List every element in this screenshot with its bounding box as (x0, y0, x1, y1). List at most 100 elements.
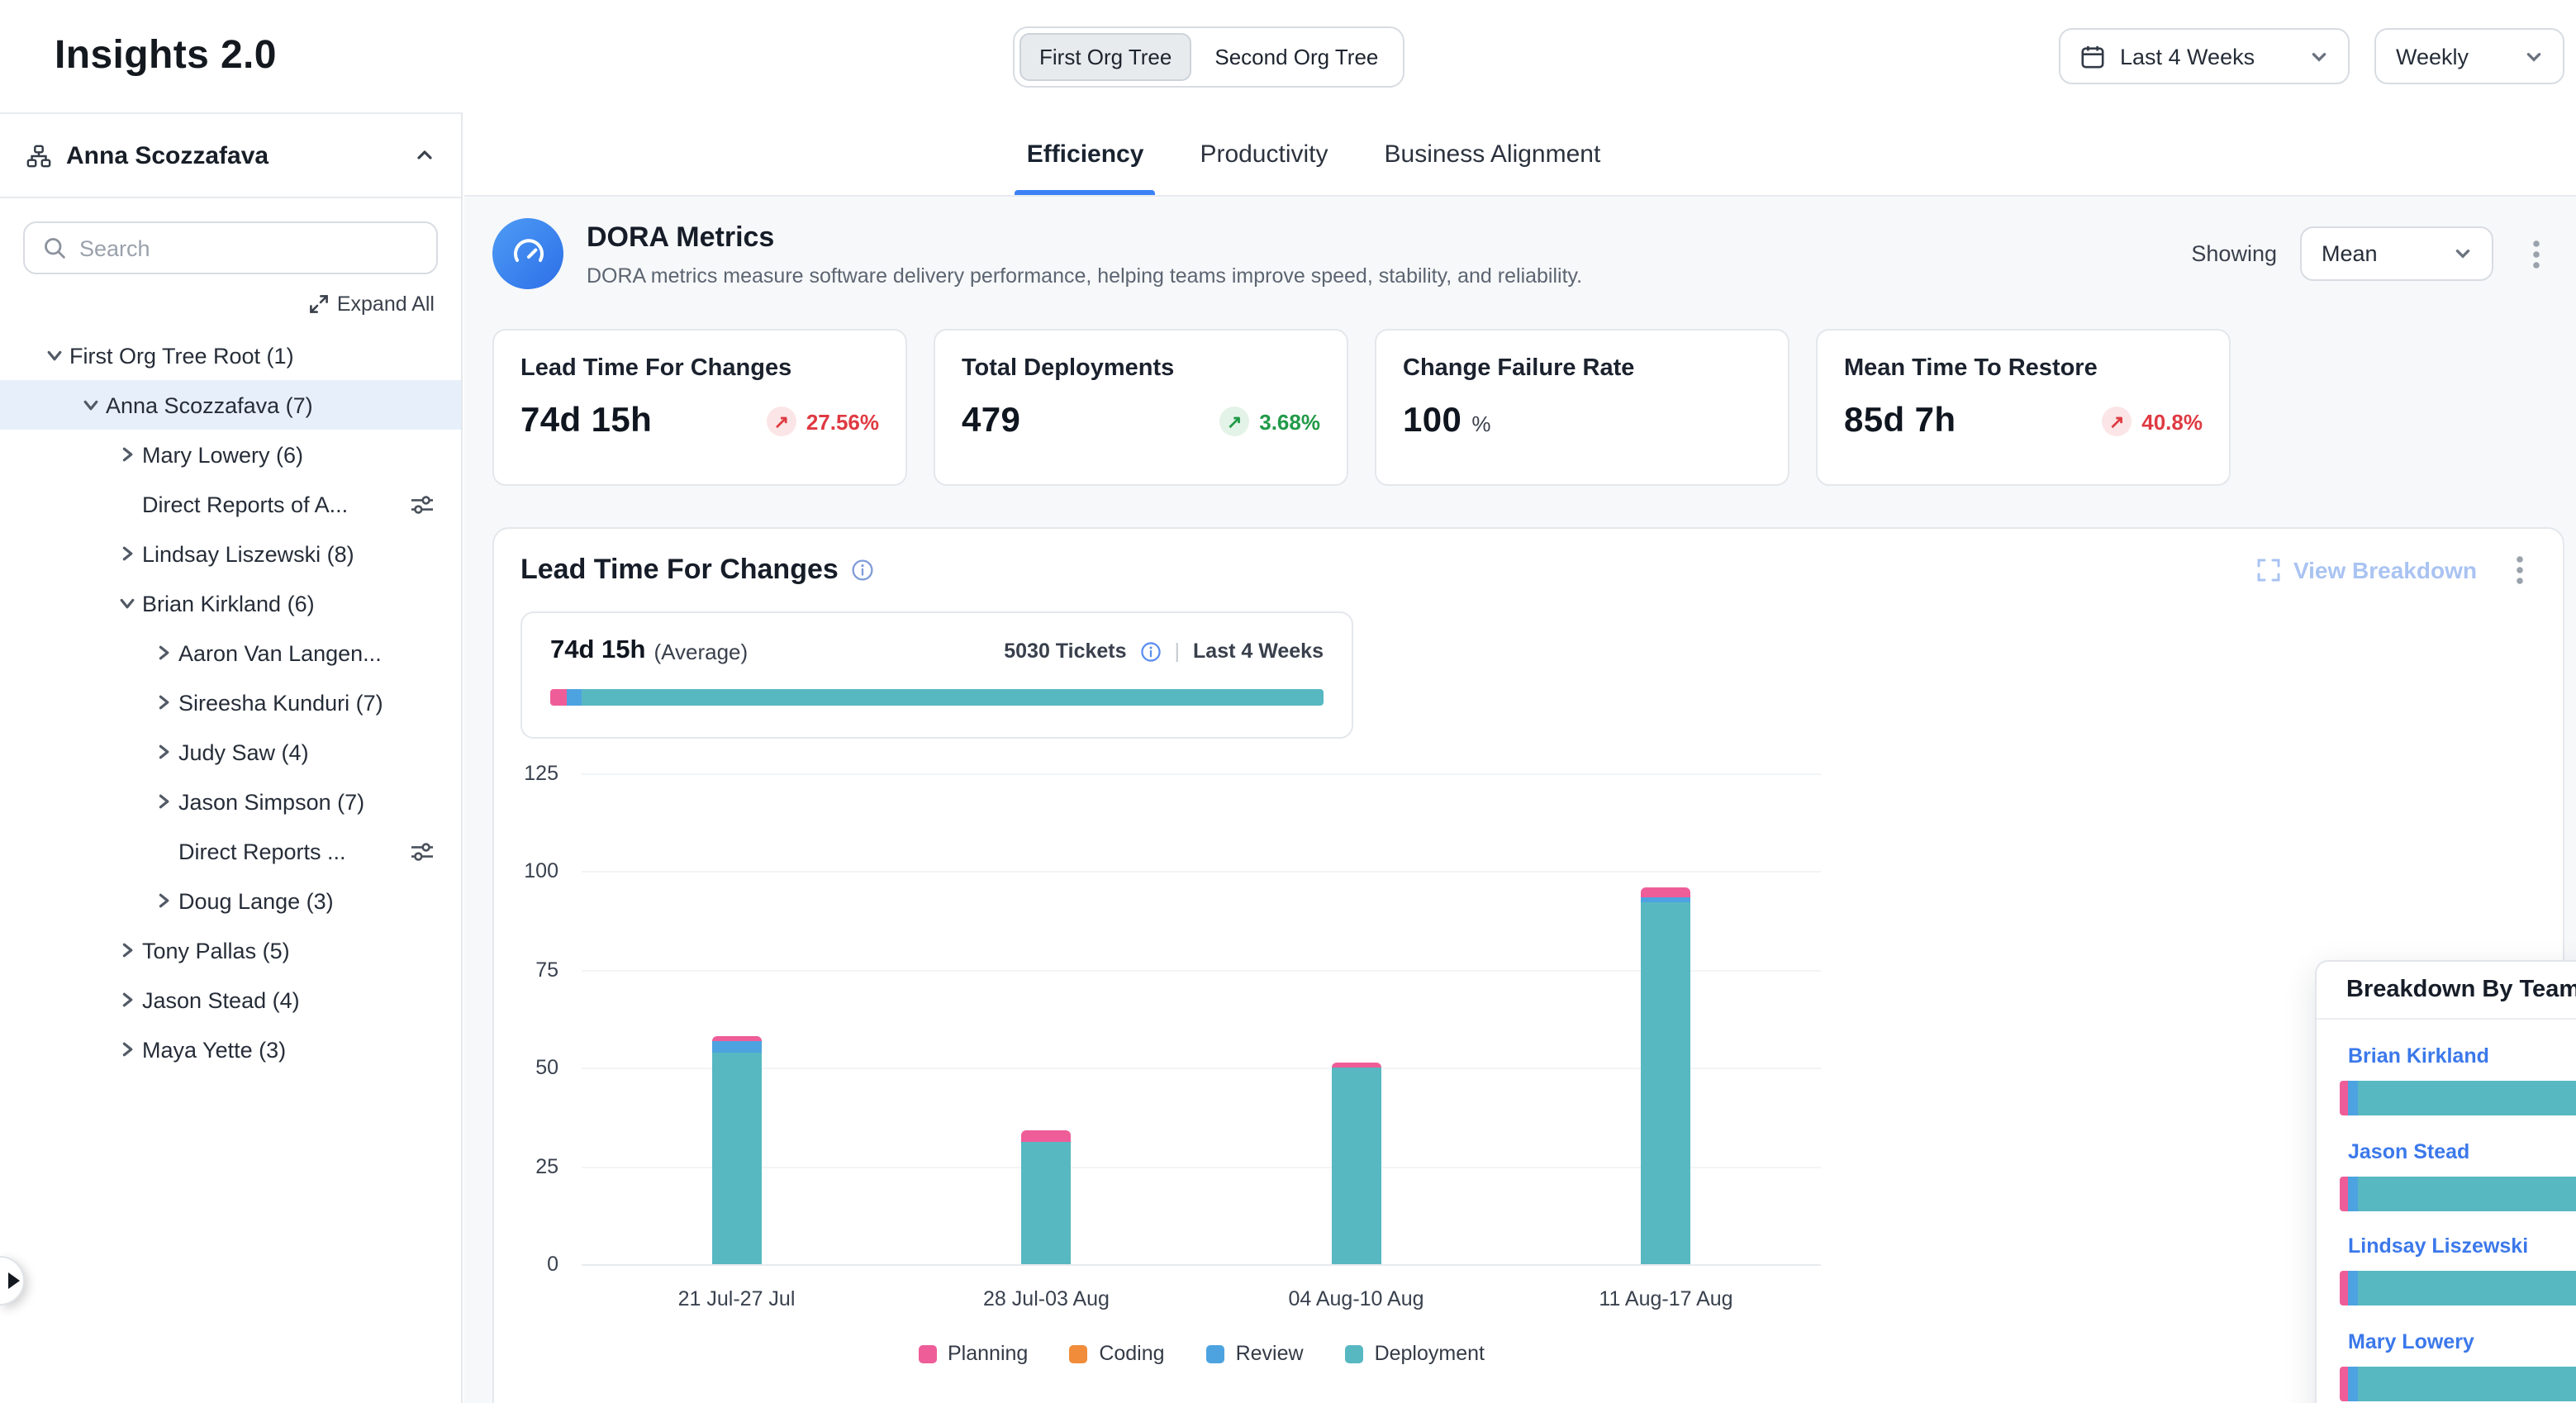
lead-time-summary: 74d 15h (Average) 5030 Tickets | Last 4 … (520, 611, 1353, 739)
gridline (582, 1068, 1821, 1069)
team-phase-bar: 74d 15h (2340, 1081, 2576, 1115)
y-axis-tick-label: 50 (535, 1056, 558, 1079)
sidebar-collapse-chevron[interactable] (415, 145, 435, 165)
sidebar-header: Anna Scozzafava (0, 114, 461, 198)
tree-item-brian-kirkland-6[interactable]: Brian Kirkland (6) (0, 578, 461, 628)
y-axis-tick-label: 125 (524, 762, 558, 785)
metric-card-total-deployments: Total Deployments479↗3.68% (934, 329, 1348, 486)
chevron-right-icon[interactable] (149, 744, 178, 760)
chevron-right-icon[interactable] (112, 992, 142, 1008)
legend-label: Coding (1099, 1342, 1164, 1365)
tree-item-jason-simpson-7[interactable]: Jason Simpson (7) (0, 777, 461, 826)
chevron-right-icon[interactable] (149, 793, 178, 810)
tree-item-anna-scozzafava-7[interactable]: Anna Scozzafava (7) (0, 380, 461, 430)
metric-card-mean-time-to-restore: Mean Time To Restore85d 7h↗40.8% (1816, 329, 2231, 486)
chevron-right-icon[interactable] (149, 644, 178, 661)
chevron-down-icon[interactable] (40, 347, 69, 364)
breakdown-header: Breakdown By Teams (2317, 962, 2576, 1020)
bar-21-jul-27-jul[interactable] (712, 1036, 762, 1264)
bar-11-aug-17-aug[interactable] (1642, 887, 1691, 1264)
tree-item-first-org-tree-root-1[interactable]: First Org Tree Root (1) (0, 331, 461, 380)
breakdown-row-jason-stead: Jason Stead 74d 15h (2340, 1136, 2576, 1231)
tree-item-maya-yette-3[interactable]: Maya Yette (3) (0, 1025, 461, 1074)
tree-item-jason-stead-4[interactable]: Jason Stead (4) (0, 975, 461, 1025)
team-link[interactable]: Lindsay Liszewski (2348, 1234, 2528, 1258)
info-icon[interactable] (1140, 640, 1162, 662)
chevron-right-icon[interactable] (112, 1041, 142, 1058)
showing-select[interactable]: Mean (2300, 226, 2493, 281)
chevron-right-icon[interactable] (149, 694, 178, 711)
tab-productivity[interactable]: Productivity (1198, 112, 1329, 195)
view-breakdown-button[interactable]: View Breakdown (2257, 557, 2477, 583)
tree-item-tony-pallas-5[interactable]: Tony Pallas (5) (0, 925, 461, 975)
sidebar-user-name: Anna Scozzafava (66, 141, 269, 169)
tab-business-alignment[interactable]: Business Alignment (1383, 112, 1603, 195)
date-range-value: Last 4 Weeks (2120, 44, 2255, 69)
metric-card-change-failure-rate: Change Failure Rate100 % (1375, 329, 1789, 486)
search-input[interactable] (79, 235, 418, 260)
metric-delta-value: 27.56% (806, 409, 879, 434)
granularity-value: Weekly (2396, 44, 2469, 69)
bar-04-aug-10-aug[interactable] (1332, 1062, 1381, 1264)
info-icon[interactable] (852, 559, 875, 582)
legend-label: Deployment (1375, 1342, 1485, 1365)
tree-item-label: Judy Saw (4) (178, 740, 309, 764)
team-link[interactable]: Mary Lowery (2348, 1330, 2474, 1353)
tree-item-doug-lange-3[interactable]: Doug Lange (3) (0, 876, 461, 925)
chevron-right-icon[interactable] (112, 446, 142, 463)
org-tree-option-second-org-tree[interactable]: Second Org Tree (1195, 33, 1398, 81)
team-phase-bar: 74d 15h (2340, 1367, 2576, 1401)
summary-period: Last 4 Weeks (1193, 640, 1324, 663)
tree-item-mary-lowery-6[interactable]: Mary Lowery (6) (0, 430, 461, 479)
chevron-right-icon[interactable] (112, 545, 142, 562)
org-tree-option-first-org-tree[interactable]: First Org Tree (1019, 33, 1191, 81)
breakdown-body: Brian Kirkland 74d 15h Jason Stead 74d 15h L… (2317, 1020, 2576, 1403)
tree-item-label: Brian Kirkland (6) (142, 591, 315, 616)
x-axis-label: 04 Aug-10 Aug (1216, 1287, 1497, 1310)
date-range-select[interactable]: Last 4 Weeks (2059, 28, 2350, 84)
chevron-down-icon[interactable] (76, 397, 106, 413)
tab-efficiency[interactable]: Efficiency (1025, 112, 1146, 195)
chevron-down-icon[interactable] (112, 595, 142, 611)
chevron-right-icon[interactable] (112, 942, 142, 958)
bar-segment-deployment (712, 1052, 762, 1264)
tree-item-direct-reports[interactable]: Direct Reports ... (0, 826, 461, 876)
calendar-icon (2080, 44, 2105, 69)
filter-icon[interactable] (410, 840, 435, 862)
phase-segment-review (2347, 1271, 2357, 1306)
view-breakdown-label: View Breakdown (2293, 557, 2477, 583)
tree-item-lindsay-liszewski-8[interactable]: Lindsay Liszewski (8) (0, 529, 461, 578)
lead-time-menu-kebab-icon[interactable] (2503, 555, 2536, 585)
phase-segment-deployment (581, 689, 1324, 706)
team-link[interactable]: Jason Stead (2348, 1139, 2469, 1163)
breakdown-row-lindsay-liszewski: Lindsay Liszewski74d 15h (2340, 1231, 2576, 1326)
tree-item-label: First Org Tree Root (1) (69, 343, 294, 368)
granularity-select[interactable]: Weekly (2374, 28, 2564, 84)
app-title: Insights 2.0 (55, 33, 277, 79)
expand-all-button[interactable]: Expand All (0, 274, 461, 327)
tree-item-judy-saw-4[interactable]: Judy Saw (4) (0, 727, 461, 777)
tree-item-aaron-van-langen[interactable]: Aaron Van Langen... (0, 628, 461, 678)
dora-text: DORA Metrics DORA metrics measure softwa… (587, 221, 1582, 287)
team-link[interactable]: Brian Kirkland (2348, 1044, 2489, 1068)
team-phase-bar: 74d 15h (2340, 1176, 2576, 1210)
phase-segment-planning (550, 689, 567, 706)
gridline (582, 970, 1821, 972)
summary-average-label: (Average) (654, 639, 748, 663)
phase-segment-planning (2340, 1367, 2347, 1401)
tree-item-sireesha-kunduri-7[interactable]: Sireesha Kunduri (7) (0, 678, 461, 727)
chevron-right-icon[interactable] (149, 892, 178, 909)
gauge-icon (492, 218, 563, 289)
lead-time-chart: 025507510012521 Jul-27 Jul28 Jul-03 Aug0… (582, 773, 1821, 1264)
tree-item-label: Jason Stead (4) (142, 987, 300, 1012)
lead-time-title-text: Lead Time For Changes (520, 554, 839, 587)
tree-item-direct-reports-of-a[interactable]: Direct Reports of A... (0, 479, 461, 529)
header-controls: Last 4 Weeks Weekly (2059, 28, 2564, 84)
dora-menu-kebab-icon[interactable] (2520, 239, 2553, 269)
legend-item-review: Review (1206, 1342, 1304, 1365)
main-tabs: Efficiency Productivity Business Alignment (464, 112, 2576, 197)
bar-28-jul-03-aug[interactable] (1022, 1130, 1072, 1264)
search-box (23, 221, 438, 274)
legend-item-planning: Planning (918, 1342, 1028, 1365)
filter-icon[interactable] (410, 493, 435, 515)
